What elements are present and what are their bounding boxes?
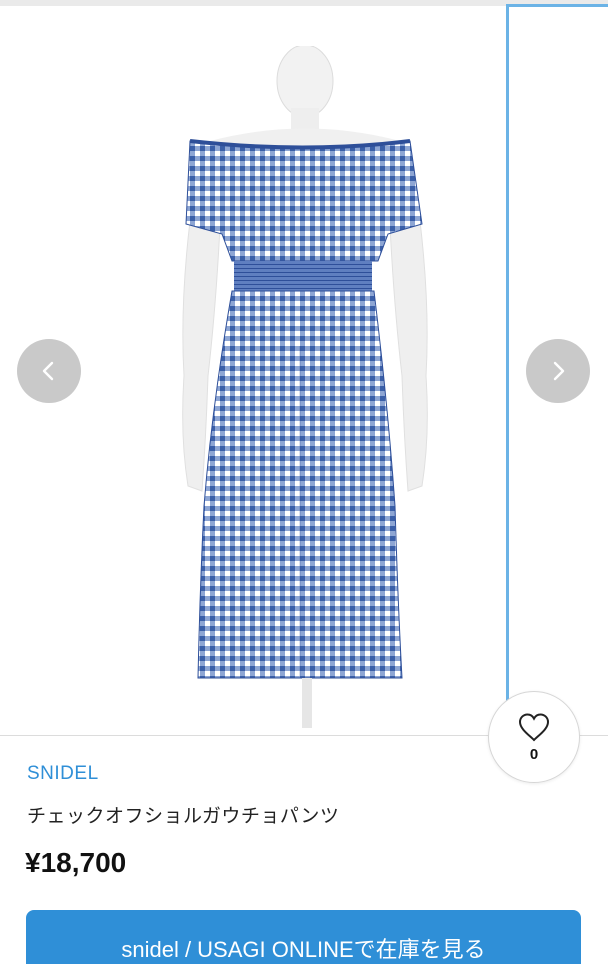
- favorite-button[interactable]: 0: [488, 691, 580, 783]
- carousel-prev-button[interactable]: [17, 339, 81, 403]
- brand-name[interactable]: SNIDEL: [27, 763, 99, 785]
- chevron-right-icon: [553, 361, 565, 381]
- carousel-next-button[interactable]: [526, 339, 590, 403]
- product-page: 0 SNIDEL チェックオフショルガウチョパンツ ¥18,700 snidel…: [0, 0, 608, 964]
- favorite-count: 0: [529, 745, 539, 763]
- heart-icon: [518, 712, 550, 741]
- check-stock-label: snidel / USAGI ONLINEで在庫を見る: [121, 937, 486, 962]
- product-image: [182, 46, 428, 728]
- check-stock-button[interactable]: snidel / USAGI ONLINEで在庫を見る: [26, 910, 581, 964]
- product-price: ¥18,700: [25, 847, 127, 878]
- product-name: チェックオフショルガウチョパンツ: [27, 806, 340, 827]
- chevron-left-icon: [42, 361, 54, 381]
- image-carousel[interactable]: [0, 0, 608, 736]
